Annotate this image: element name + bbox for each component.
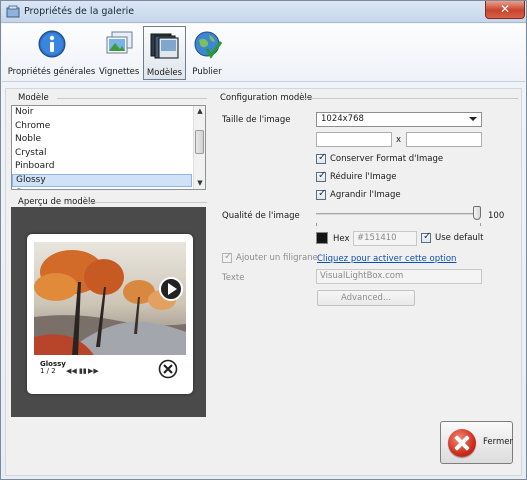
divider [57, 98, 207, 99]
scroll-thumb[interactable] [195, 130, 204, 154]
close-icon [448, 429, 476, 457]
toolbar: Propriétés générales Vignettes Modèles P… [2, 24, 525, 82]
model-listbox[interactable]: Noir Chrome Noble Crystal Pinboard Gloss… [11, 105, 206, 190]
hex-label: Hex [333, 234, 350, 244]
preview-group-label: Aperçu de modèle [18, 197, 96, 207]
checkbox[interactable]: ✓ [316, 152, 327, 164]
reduce-image-label: Réduire l'Image [330, 172, 397, 182]
watermark-label: Ajouter un filigrane [236, 253, 318, 263]
preview-photo [34, 242, 186, 355]
text-label: Texte [222, 273, 245, 283]
window-title: Propriétés de la galerie [24, 6, 135, 17]
scroll-up-icon[interactable]: ▲ [196, 107, 204, 115]
tab-publish-label: Publier [192, 67, 222, 77]
quality-slider-thumb[interactable] [473, 206, 481, 220]
next-icon[interactable]: ▶▶ [88, 367, 99, 375]
checkbox[interactable]: ✓ [316, 188, 327, 200]
previous-icon[interactable]: ◀◀ [66, 367, 77, 375]
image-size-label: Taille de l'image [222, 115, 291, 125]
close-preview-icon[interactable] [158, 359, 178, 379]
config-group-label: Configuration modèle [220, 93, 313, 103]
size-separator: x [396, 135, 402, 145]
window-close-button[interactable]: ✕ [485, 1, 525, 19]
list-item-selected[interactable]: Glossy [12, 173, 192, 187]
close-icon: ✕ [500, 2, 511, 16]
watermark-text-input[interactable]: VisualLightBox.com [316, 269, 482, 284]
tab-thumbnails[interactable]: Vignettes [99, 26, 139, 80]
thumbnails-icon [106, 31, 133, 54]
color-swatch[interactable] [316, 232, 328, 244]
tab-publish[interactable]: Publier [190, 26, 224, 80]
templates-icon [150, 33, 179, 59]
list-item[interactable]: Noir [12, 106, 192, 120]
check-icon: ✓ [224, 251, 233, 262]
checkbox[interactable]: ✓ [421, 231, 432, 243]
activate-option-link[interactable]: Cliquez pour activer cette option [317, 254, 456, 264]
keep-format-label: Conserver Format d'Image [330, 154, 444, 164]
title-bar: Propriétés de la galerie ✕ [1, 1, 526, 23]
tab-general-properties-label: Propriétés générales [7, 67, 96, 77]
checkbox: ✓ [222, 251, 233, 263]
divider [304, 98, 518, 99]
quality-slider-ticks [316, 223, 481, 226]
image-size-value: 1024x768 [321, 114, 364, 124]
preview-caption-counter: 1 / 2 [40, 367, 56, 375]
list-scrollbar[interactable]: ▲ ▼ [193, 106, 205, 189]
divider [89, 202, 207, 203]
advanced-button[interactable]: Advanced... [317, 290, 415, 306]
template-preview: Glossy 1 / 2 ◀◀ ▮▮ ▶▶ [11, 207, 206, 417]
close-button[interactable]: Fermer [440, 421, 513, 464]
image-size-select[interactable]: 1024x768 [316, 112, 482, 127]
height-input[interactable] [406, 132, 482, 147]
tab-thumbnails-label: Vignettes [99, 67, 140, 77]
list-item[interactable]: Crystal [12, 147, 192, 161]
scroll-down-icon[interactable]: ▼ [196, 179, 204, 187]
list-item[interactable]: Pinboard [12, 160, 192, 174]
app-icon [6, 5, 20, 18]
checkbox[interactable]: ✓ [316, 170, 327, 182]
width-input[interactable] [316, 132, 392, 147]
preview-card: Glossy 1 / 2 ◀◀ ▮▮ ▶▶ [27, 234, 193, 394]
check-icon: ✓ [318, 170, 327, 181]
pause-icon[interactable]: ▮▮ [79, 367, 87, 375]
chevron-down-icon [469, 117, 477, 121]
quality-slider-track[interactable] [316, 213, 481, 215]
hex-input[interactable]: #151410 [353, 231, 417, 246]
gallery-properties-window: Propriétés de la galerie ✕ Propriétés gé… [0, 0, 527, 480]
tab-templates[interactable]: Modèles [143, 26, 186, 80]
check-icon: ✓ [423, 231, 432, 242]
tab-templates-label: Modèles [146, 68, 183, 78]
model-group-label: Modèle [18, 93, 49, 103]
quality-label: Qualité de l'image [222, 211, 300, 221]
info-icon [38, 30, 66, 58]
list-item[interactable]: Chrome [12, 120, 192, 134]
list-item[interactable]: Noble [12, 133, 192, 147]
enlarge-image-label: Agrandir l'Image [330, 190, 401, 200]
quality-value: 100 [488, 211, 505, 221]
close-button-label: Fermer [483, 437, 514, 447]
tab-general-properties[interactable]: Propriétés générales [6, 26, 97, 80]
use-default-label: Use default [435, 233, 484, 243]
check-icon: ✓ [318, 152, 327, 163]
list-item[interactable]: C [12, 187, 192, 189]
check-icon: ✓ [318, 188, 327, 199]
globe-publish-icon [194, 31, 223, 59]
